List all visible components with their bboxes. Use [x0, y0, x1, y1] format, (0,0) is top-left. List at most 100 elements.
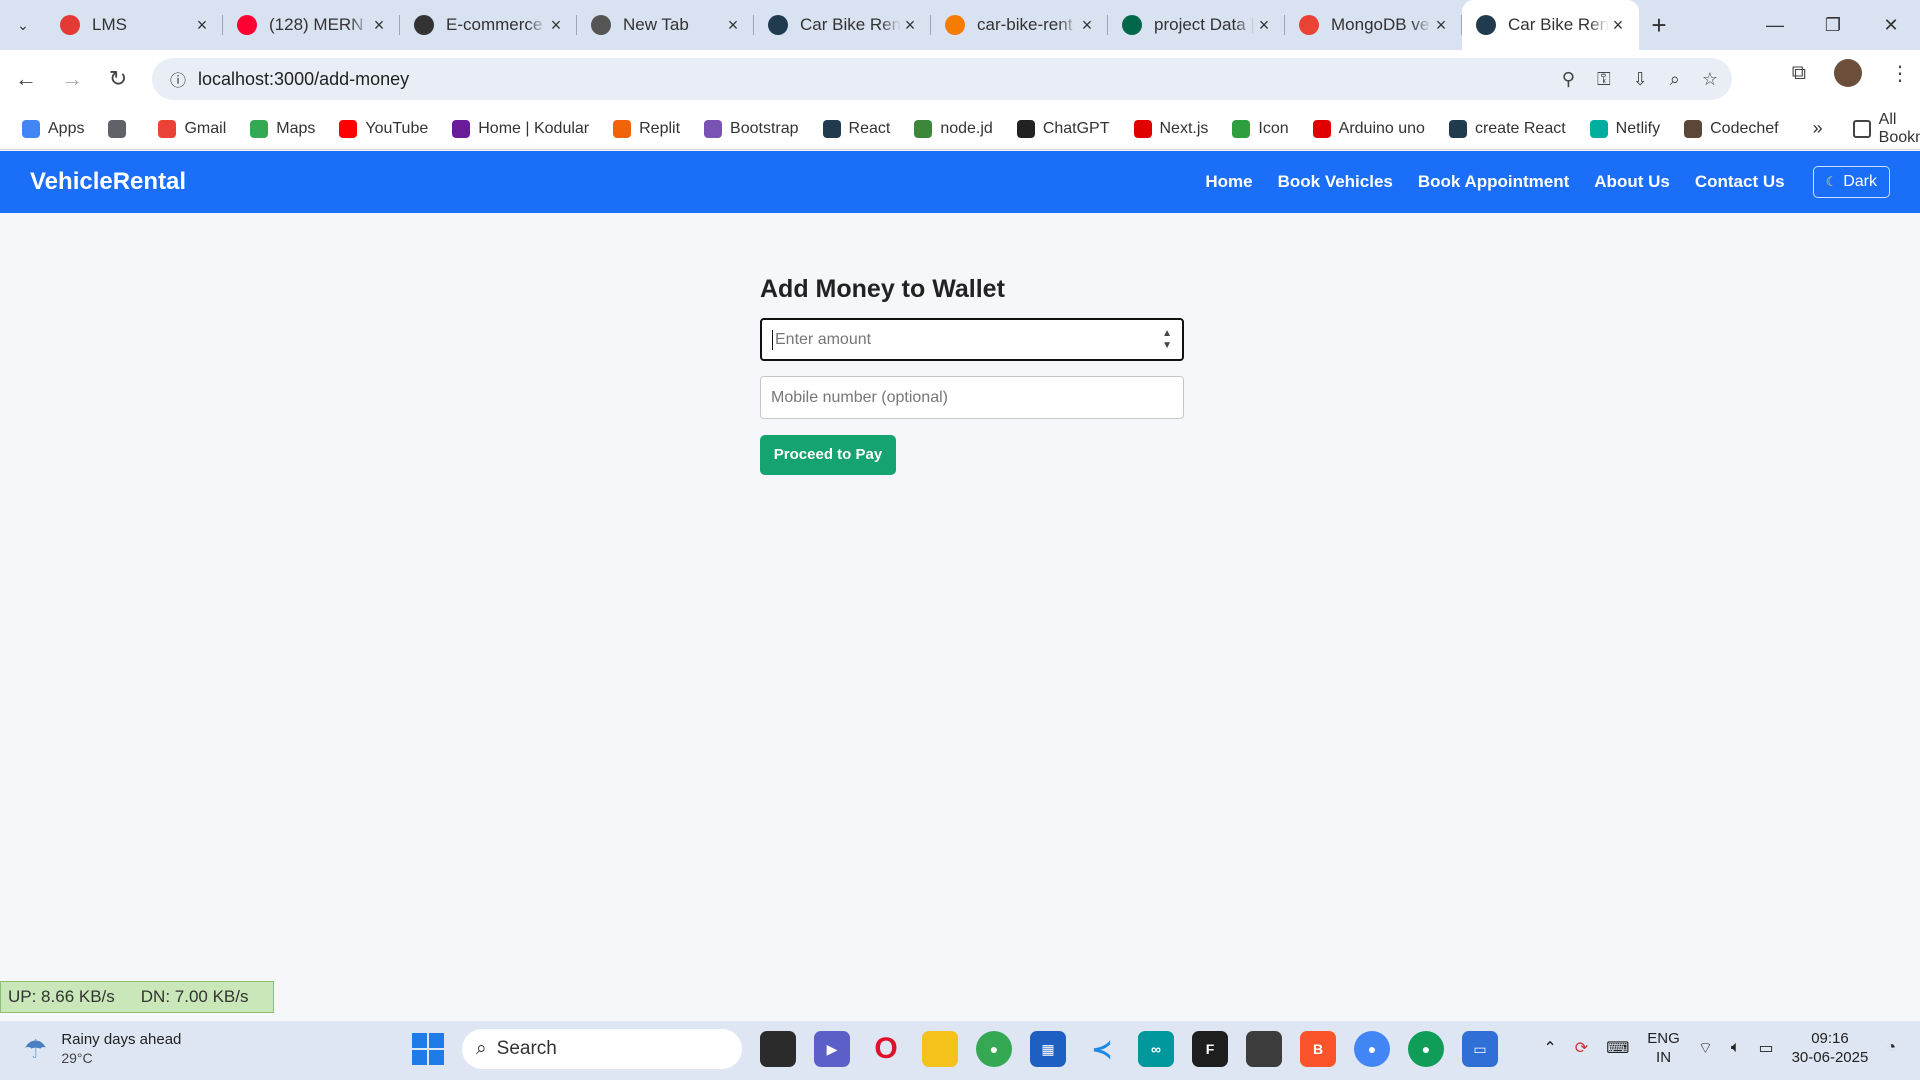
mobile-number-input[interactable]: Mobile number (optional) [760, 376, 1184, 419]
tab-search-chevron-icon[interactable]: ⌄ [0, 0, 46, 50]
nav-link[interactable]: Book Appointment [1418, 172, 1569, 192]
browser-tab[interactable]: car-bike-rent × [931, 0, 1108, 50]
bookmark-label: Codechef [1710, 119, 1779, 137]
bookmark-item[interactable] [108, 119, 134, 138]
store-icon[interactable]: ▦ [1030, 1031, 1066, 1067]
tab-close-icon[interactable]: × [1078, 15, 1096, 36]
install-app-icon[interactable]: ⇩ [1633, 69, 1648, 90]
minimize-icon[interactable]: — [1746, 0, 1804, 50]
bookmark-item[interactable]: YouTube [339, 119, 428, 138]
language-indicator[interactable]: ENG IN [1647, 1029, 1680, 1067]
bookmark-item[interactable]: Bootstrap [704, 119, 799, 138]
bookmark-label: Maps [276, 119, 316, 137]
bookmark-item[interactable]: Icon [1232, 119, 1289, 138]
amount-input[interactable]: Enter amount ▲ ▼ [760, 318, 1184, 361]
bookmark-item[interactable]: create React [1448, 119, 1566, 138]
bookmark-icon [1448, 119, 1467, 138]
nav-link[interactable]: Home [1205, 172, 1252, 192]
tab-list: LMS × (128) MERN S × E-commerce × New Tab × Car … [46, 0, 1639, 50]
notifications-icon[interactable]: ◔ [1886, 1039, 1896, 1057]
url-text[interactable]: localhost:3000/add-money [198, 69, 409, 90]
bookmark-star-icon[interactable]: ☆ [1702, 69, 1718, 90]
figma-icon[interactable]: F [1192, 1031, 1228, 1067]
file-explorer-icon[interactable] [922, 1031, 958, 1067]
tab-close-icon[interactable]: × [547, 15, 565, 36]
arduino-icon[interactable]: ∞ [1138, 1031, 1174, 1067]
browser-tab[interactable]: Car Bike Rent × [1462, 0, 1639, 50]
nav-link[interactable]: About Us [1594, 172, 1670, 192]
windows-start-icon[interactable] [412, 1033, 444, 1065]
clock[interactable]: 09:16 30-06-2025 [1792, 1029, 1869, 1067]
bookmark-item[interactable]: ChatGPT [1016, 119, 1110, 138]
task-view-icon[interactable] [760, 1031, 796, 1067]
forward-arrow-icon[interactable]: → [52, 59, 92, 99]
bookmark-item[interactable]: node.jd [914, 119, 993, 138]
password-key-icon[interactable]: ⚿ [1597, 69, 1611, 90]
browser-tab[interactable]: LMS × [46, 0, 223, 50]
tab-close-icon[interactable]: × [1255, 15, 1273, 36]
close-window-icon[interactable]: ✕ [1862, 0, 1920, 50]
weather-widget[interactable]: ☂ Rainy days ahead 29°C [24, 1031, 181, 1067]
bookmark-item[interactable]: Netlify [1589, 119, 1660, 138]
browser-tab[interactable]: (128) MERN S × [223, 0, 400, 50]
opera-icon[interactable]: O [868, 1031, 904, 1067]
extensions-icon[interactable]: ⧉ [1792, 62, 1806, 85]
restore-icon[interactable]: ❐ [1804, 0, 1862, 50]
sync-icon[interactable]: ⟳ [1575, 1038, 1588, 1058]
taskbar-search[interactable]: ⌕ Search [462, 1029, 742, 1069]
bookmark-item[interactable]: Apps [22, 119, 84, 138]
vscode-icon[interactable]: ≺ [1084, 1031, 1120, 1067]
tab-close-icon[interactable]: × [1432, 15, 1450, 36]
tab-close-icon[interactable]: × [370, 15, 388, 36]
brand-logo[interactable]: VehicleRental [30, 168, 186, 196]
photo-app-icon[interactable] [1246, 1031, 1282, 1067]
address-bar[interactable]: ⓘ localhost:3000/add-money ⚲ ⚿ ⇩ ⌕ ☆ [152, 58, 1732, 100]
chevron-up-icon[interactable]: ⌃ [1543, 1038, 1556, 1058]
volume-icon[interactable]: 🔈︎ [1731, 1039, 1741, 1057]
chrome-icon[interactable]: ● [976, 1031, 1012, 1067]
tab-close-icon[interactable]: × [1609, 15, 1627, 36]
site-info-icon[interactable]: ⓘ [158, 67, 198, 91]
chrome-profile-icon[interactable]: ● [1354, 1031, 1390, 1067]
brave-icon[interactable]: B [1300, 1031, 1336, 1067]
browser-tab[interactable]: E-commerce × [400, 0, 577, 50]
bookmark-item[interactable]: Next.js [1133, 119, 1208, 138]
number-spinner-icon[interactable]: ▲ ▼ [1162, 328, 1172, 352]
back-arrow-icon[interactable]: ← [6, 59, 46, 99]
bookmark-item[interactable]: Replit [613, 119, 680, 138]
bookmark-label: node.jd [940, 119, 993, 137]
bookmark-item[interactable]: Codechef [1684, 119, 1779, 138]
tab-close-icon[interactable]: × [193, 15, 211, 36]
new-tab-button[interactable]: + [1639, 10, 1679, 41]
meet-icon[interactable]: ▶ [814, 1031, 850, 1067]
reload-icon[interactable]: ↻ [98, 59, 138, 99]
browser-tab[interactable]: project Data | × [1108, 0, 1285, 50]
more-bookmarks-chevron-icon[interactable]: » [1813, 118, 1823, 139]
weather-temp: 29°C [61, 1050, 93, 1066]
bookmark-item[interactable]: Maps [250, 119, 316, 138]
chrome-dev-icon[interactable]: ● [1408, 1031, 1444, 1067]
tab-close-icon[interactable]: × [901, 15, 919, 36]
keyboard-icon[interactable]: ⌨ [1606, 1038, 1629, 1058]
proceed-to-pay-button[interactable]: Proceed to Pay [760, 435, 896, 475]
bookmark-item[interactable]: React [822, 119, 890, 138]
nav-link[interactable]: Contact Us [1695, 172, 1785, 192]
battery-icon[interactable]: ▭ [1758, 1038, 1773, 1058]
wifi-icon[interactable]: ⌔ [1698, 1038, 1713, 1058]
tab-close-icon[interactable]: × [724, 15, 742, 36]
zoom-icon[interactable]: ⌕ [1670, 69, 1680, 90]
browser-tab[interactable]: New Tab × [577, 0, 754, 50]
screen-recorder-icon[interactable]: ▭ [1462, 1031, 1498, 1067]
location-pin-icon[interactable]: ⚲ [1562, 69, 1575, 90]
nav-link[interactable]: Book Vehicles [1278, 172, 1393, 192]
all-bookmarks-button[interactable]: All Bookmarks [1852, 111, 1920, 147]
profile-avatar[interactable] [1834, 59, 1862, 87]
bookmark-item[interactable]: Home | Kodular [452, 119, 589, 138]
bookmark-icon [1016, 119, 1035, 138]
theme-toggle-button[interactable]: ☾ Dark [1812, 166, 1890, 198]
bookmark-item[interactable]: Arduino uno [1312, 119, 1425, 138]
bookmark-item[interactable]: Gmail [158, 119, 226, 138]
menu-kebab-icon[interactable]: ⋮ [1890, 61, 1910, 86]
browser-tab[interactable]: MongoDB ve × [1285, 0, 1462, 50]
browser-tab[interactable]: Car Bike Rent × [754, 0, 931, 50]
